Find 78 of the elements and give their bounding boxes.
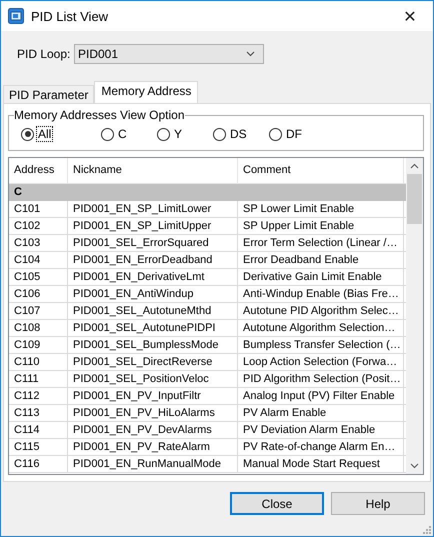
table-cell: C109 xyxy=(9,337,68,353)
table-cell: SP Upper Limit Enable xyxy=(238,218,404,234)
table-cell: PV Rate-of-change Alarm En… xyxy=(238,439,404,455)
dialog-button[interactable]: Close xyxy=(230,492,324,515)
radio-label[interactable]: C xyxy=(116,126,129,142)
table-cell: C106 xyxy=(9,286,68,302)
tab[interactable]: Memory Address xyxy=(94,81,198,103)
table-cell: PID Algorithm Selection (Posit… xyxy=(238,371,404,387)
table-cell: Loop Action Selection (Forwa… xyxy=(238,354,404,370)
table-cell: PID001_SEL_ErrorSquared xyxy=(68,235,238,251)
app-icon xyxy=(8,8,24,24)
column-header[interactable]: Nickname xyxy=(68,158,238,183)
table-cell: PID001_SEL_AutotunePIDPI xyxy=(68,320,238,336)
table-cell: PID001_EN_PV_RateAlarm xyxy=(68,439,238,455)
scroll-down-icon[interactable] xyxy=(410,463,419,469)
table-cell: C114 xyxy=(9,422,68,438)
table-cell: Anti-Windup Enable (Bias Fre… xyxy=(238,286,404,302)
table-cell: C107 xyxy=(9,303,68,319)
table-cell: Derivative Gain Limit Enable xyxy=(238,269,404,285)
table-cell: C111 xyxy=(9,371,68,387)
table-cell: PID001_EN_DerivativeLmt xyxy=(68,269,238,285)
group-row: C xyxy=(9,184,406,201)
table-cell: C112 xyxy=(9,388,68,404)
table-cell: Bumpless Transfer Selection (… xyxy=(238,337,404,353)
radio-label[interactable]: Y xyxy=(172,126,184,142)
table-cell: C113 xyxy=(9,405,68,421)
table-cell: PID001_EN_PV_DevAlarms xyxy=(68,422,238,438)
scroll-up-icon[interactable] xyxy=(410,163,419,169)
radio-button[interactable] xyxy=(157,128,170,140)
group-title: Memory Addresses View Option xyxy=(14,108,185,122)
scrollbar[interactable] xyxy=(406,158,423,474)
table-cell: PID001_SEL_DirectReverse xyxy=(68,354,238,370)
table-cell: PID001_EN_ErrorDeadband xyxy=(68,252,238,268)
table-cell: PID001_EN_PV_InputFiltr xyxy=(68,388,238,404)
radio-label[interactable]: DS xyxy=(228,126,249,142)
radio-label[interactable]: All xyxy=(36,126,54,142)
radio-button[interactable] xyxy=(213,128,226,140)
table-cell: PID001_EN_RunManualMode xyxy=(68,456,238,472)
tab[interactable]: PID Parameter xyxy=(3,85,94,103)
table-cell: C105 xyxy=(9,269,68,285)
table-cell: PID001_SEL_AutotuneMthd xyxy=(68,303,238,319)
radio-button[interactable] xyxy=(101,128,114,140)
radio-label[interactable]: DF xyxy=(284,126,304,142)
radio-button[interactable] xyxy=(21,128,34,140)
table-cell: PID001_EN_SP_LimitUpper xyxy=(68,218,238,234)
table-cell: C110 xyxy=(9,354,68,370)
table-cell: C116 xyxy=(9,456,68,472)
table-cell: C108 xyxy=(9,320,68,336)
chevron-down-icon xyxy=(246,51,255,57)
table-cell: Manual Mode Start Request xyxy=(238,456,404,472)
table-cell: SP Lower Limit Enable xyxy=(238,201,404,217)
table-cell: Analog Input (PV) Filter Enable xyxy=(238,388,404,404)
table-cell: Autotune PID Algorithm Selec… xyxy=(238,303,404,319)
table-cell: C103 xyxy=(9,235,68,251)
pid-loop-label: PID Loop: xyxy=(17,47,72,61)
pid-loop-dropdown[interactable]: PID001 xyxy=(74,44,264,64)
resize-grip-icon[interactable] xyxy=(423,526,431,534)
table-cell: PV Alarm Enable xyxy=(238,405,404,421)
table-cell: PID001_SEL_PositionVeloc xyxy=(68,371,238,387)
table-cell: PID001_EN_AntiWindup xyxy=(68,286,238,302)
table-cell: Error Deadband Enable xyxy=(238,252,404,268)
window-title: PID List View xyxy=(31,8,110,24)
dialog-button[interactable]: Help xyxy=(331,492,425,515)
close-button[interactable]: ✕ xyxy=(387,1,433,31)
table-cell: C104 xyxy=(9,252,68,268)
table-cell: C115 xyxy=(9,439,68,455)
table-cell: PV Deviation Alarm Enable xyxy=(238,422,404,438)
column-header[interactable]: Comment xyxy=(238,158,404,183)
table-cell: PID001_SEL_BumplessMode xyxy=(68,337,238,353)
table-cell: C101 xyxy=(9,201,68,217)
table-cell: Autotune Algorithm Selection… xyxy=(238,320,404,336)
table-cell: C102 xyxy=(9,218,68,234)
radio-button[interactable] xyxy=(269,128,282,140)
table-cell: Error Term Selection (Linear /… xyxy=(238,235,404,251)
table-cell: PID001_EN_PV_HiLoAlarms xyxy=(68,405,238,421)
scroll-thumb[interactable] xyxy=(407,174,422,224)
table-cell: PID001_EN_SP_LimitLower xyxy=(68,201,238,217)
column-header[interactable]: Address xyxy=(9,158,68,183)
